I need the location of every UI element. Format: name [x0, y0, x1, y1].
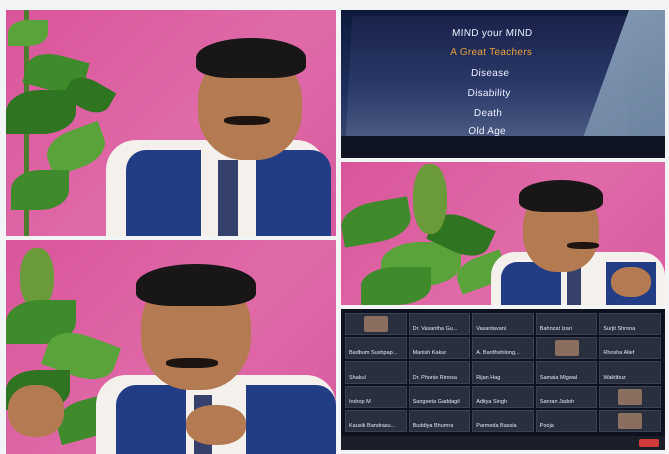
raised-fist [8, 385, 64, 437]
participant-name: Dr. Vasantha Gu... [412, 326, 458, 333]
participant-video [363, 316, 388, 333]
participant-name: Manish Kakur [412, 350, 447, 357]
slide-line: Disability [467, 88, 511, 99]
hand-holding-mic [611, 267, 651, 297]
participant-tile[interactable]: Samaia Migwal [535, 361, 598, 384]
mustache [224, 116, 270, 125]
participant-name: Pooja [539, 422, 554, 429]
slide-line: Disease [470, 68, 510, 79]
participant-name: Dr. Phonie Rinosa [412, 374, 457, 381]
participant-video [554, 340, 579, 357]
meeting-toolbar [341, 436, 665, 450]
photo-speaker-smiling [6, 10, 336, 236]
tie [567, 267, 581, 305]
mustache [567, 242, 599, 249]
slide-line: A Great Teachers [449, 47, 533, 58]
hair [519, 180, 603, 212]
vest [246, 385, 336, 454]
participant-tile[interactable]: Rijan Hag [472, 361, 534, 384]
hand-with-mic [186, 405, 246, 445]
participant-tile[interactable]: A. Bardhshilong... [472, 337, 534, 360]
taskbar [341, 136, 665, 158]
participant-name: Samaia Migwal [539, 374, 578, 381]
participant-video [618, 388, 643, 405]
vest [256, 150, 331, 236]
participant-tile[interactable]: Sanran Jadoh [535, 385, 598, 408]
participant-name: Sangeeta Gaddagil [412, 398, 460, 405]
participant-video [618, 412, 643, 429]
participant-tile[interactable]: Manish Kakur [408, 337, 471, 360]
participant-name: Aditya Singh [476, 398, 508, 405]
participant-name: Kausik Bandrasu... [349, 422, 396, 429]
video-meeting-grid: Dr. Vasantha Gu... Vasantavani Bahnzat Iza… [341, 309, 665, 450]
participant-tile[interactable] [535, 337, 598, 360]
participant-name: Bahnzat Izari [539, 326, 572, 333]
participant-tile[interactable]: Pooja [535, 409, 598, 432]
participant-name: Parmeda Bassia [476, 422, 517, 429]
participant-tile[interactable]: Indrop M [345, 385, 407, 408]
participant-tile[interactable]: Buddiya Bhumra [408, 409, 471, 432]
participant-name: Vasantavani [476, 326, 507, 333]
photo-speaker-with-mic [341, 162, 665, 305]
plant-leaf [341, 196, 414, 248]
participant-name: Surjit Shrona [603, 326, 636, 333]
participant-tile[interactable]: Vasantavani [472, 313, 534, 336]
tie [218, 160, 238, 236]
participant-tile[interactable]: Parmeda Bassia [472, 409, 534, 432]
participant-tile[interactable] [599, 385, 661, 408]
participant-name: Rhosha Alief [603, 350, 635, 357]
leave-button[interactable] [639, 439, 659, 447]
vest [116, 385, 186, 454]
cactus [20, 248, 54, 308]
participant-name: Badbum Sushpap... [349, 350, 398, 357]
mustache [166, 358, 218, 368]
presentation-slide-photo: MIND your MIND A Great Teachers Disease … [341, 10, 665, 158]
hair [136, 264, 256, 306]
participant-tile[interactable]: Badbum Sushpap... [345, 337, 407, 360]
participant-tile[interactable]: Dr. Vasantha Gu... [408, 313, 471, 336]
plant-leaf [11, 170, 69, 210]
participant-tile[interactable]: Rhosha Alief [599, 337, 661, 360]
participant-tile[interactable]: Surjit Shrona [599, 313, 661, 336]
participant-tile[interactable]: Shakul [345, 361, 407, 384]
vest [126, 150, 201, 236]
cactus [413, 164, 447, 234]
photo-speaker-gesturing [6, 240, 336, 454]
participant-tile[interactable]: Bahnzat Izari [535, 313, 598, 336]
participant-tile[interactable]: Sangeeta Gaddagil [408, 385, 471, 408]
participant-tile[interactable] [599, 409, 661, 432]
hair [196, 38, 306, 78]
slide-title: MIND your MIND [451, 28, 533, 39]
participant-name: Sanran Jadoh [539, 398, 575, 405]
participant-name: A. Bardhshilong... [476, 350, 520, 357]
participant-name: Waktibuz [603, 374, 626, 381]
participant-tile[interactable]: Dr. Phonie Rinosa [408, 361, 471, 384]
plant-leaf [8, 20, 48, 46]
participant-name: Indrop M [349, 398, 371, 405]
participant-name: Rijan Hag [476, 374, 501, 381]
participant-tile[interactable] [345, 313, 407, 336]
participant-name: Buddiya Bhumra [412, 422, 454, 429]
plant-leaf [361, 267, 431, 305]
slide-line: Death [473, 108, 503, 119]
participant-tile[interactable]: Aditya Singh [472, 385, 534, 408]
participant-name: Shakul [349, 374, 366, 381]
participant-tile[interactable]: Kausik Bandrasu... [345, 409, 407, 432]
participant-tile[interactable]: Waktibuz [599, 361, 661, 384]
